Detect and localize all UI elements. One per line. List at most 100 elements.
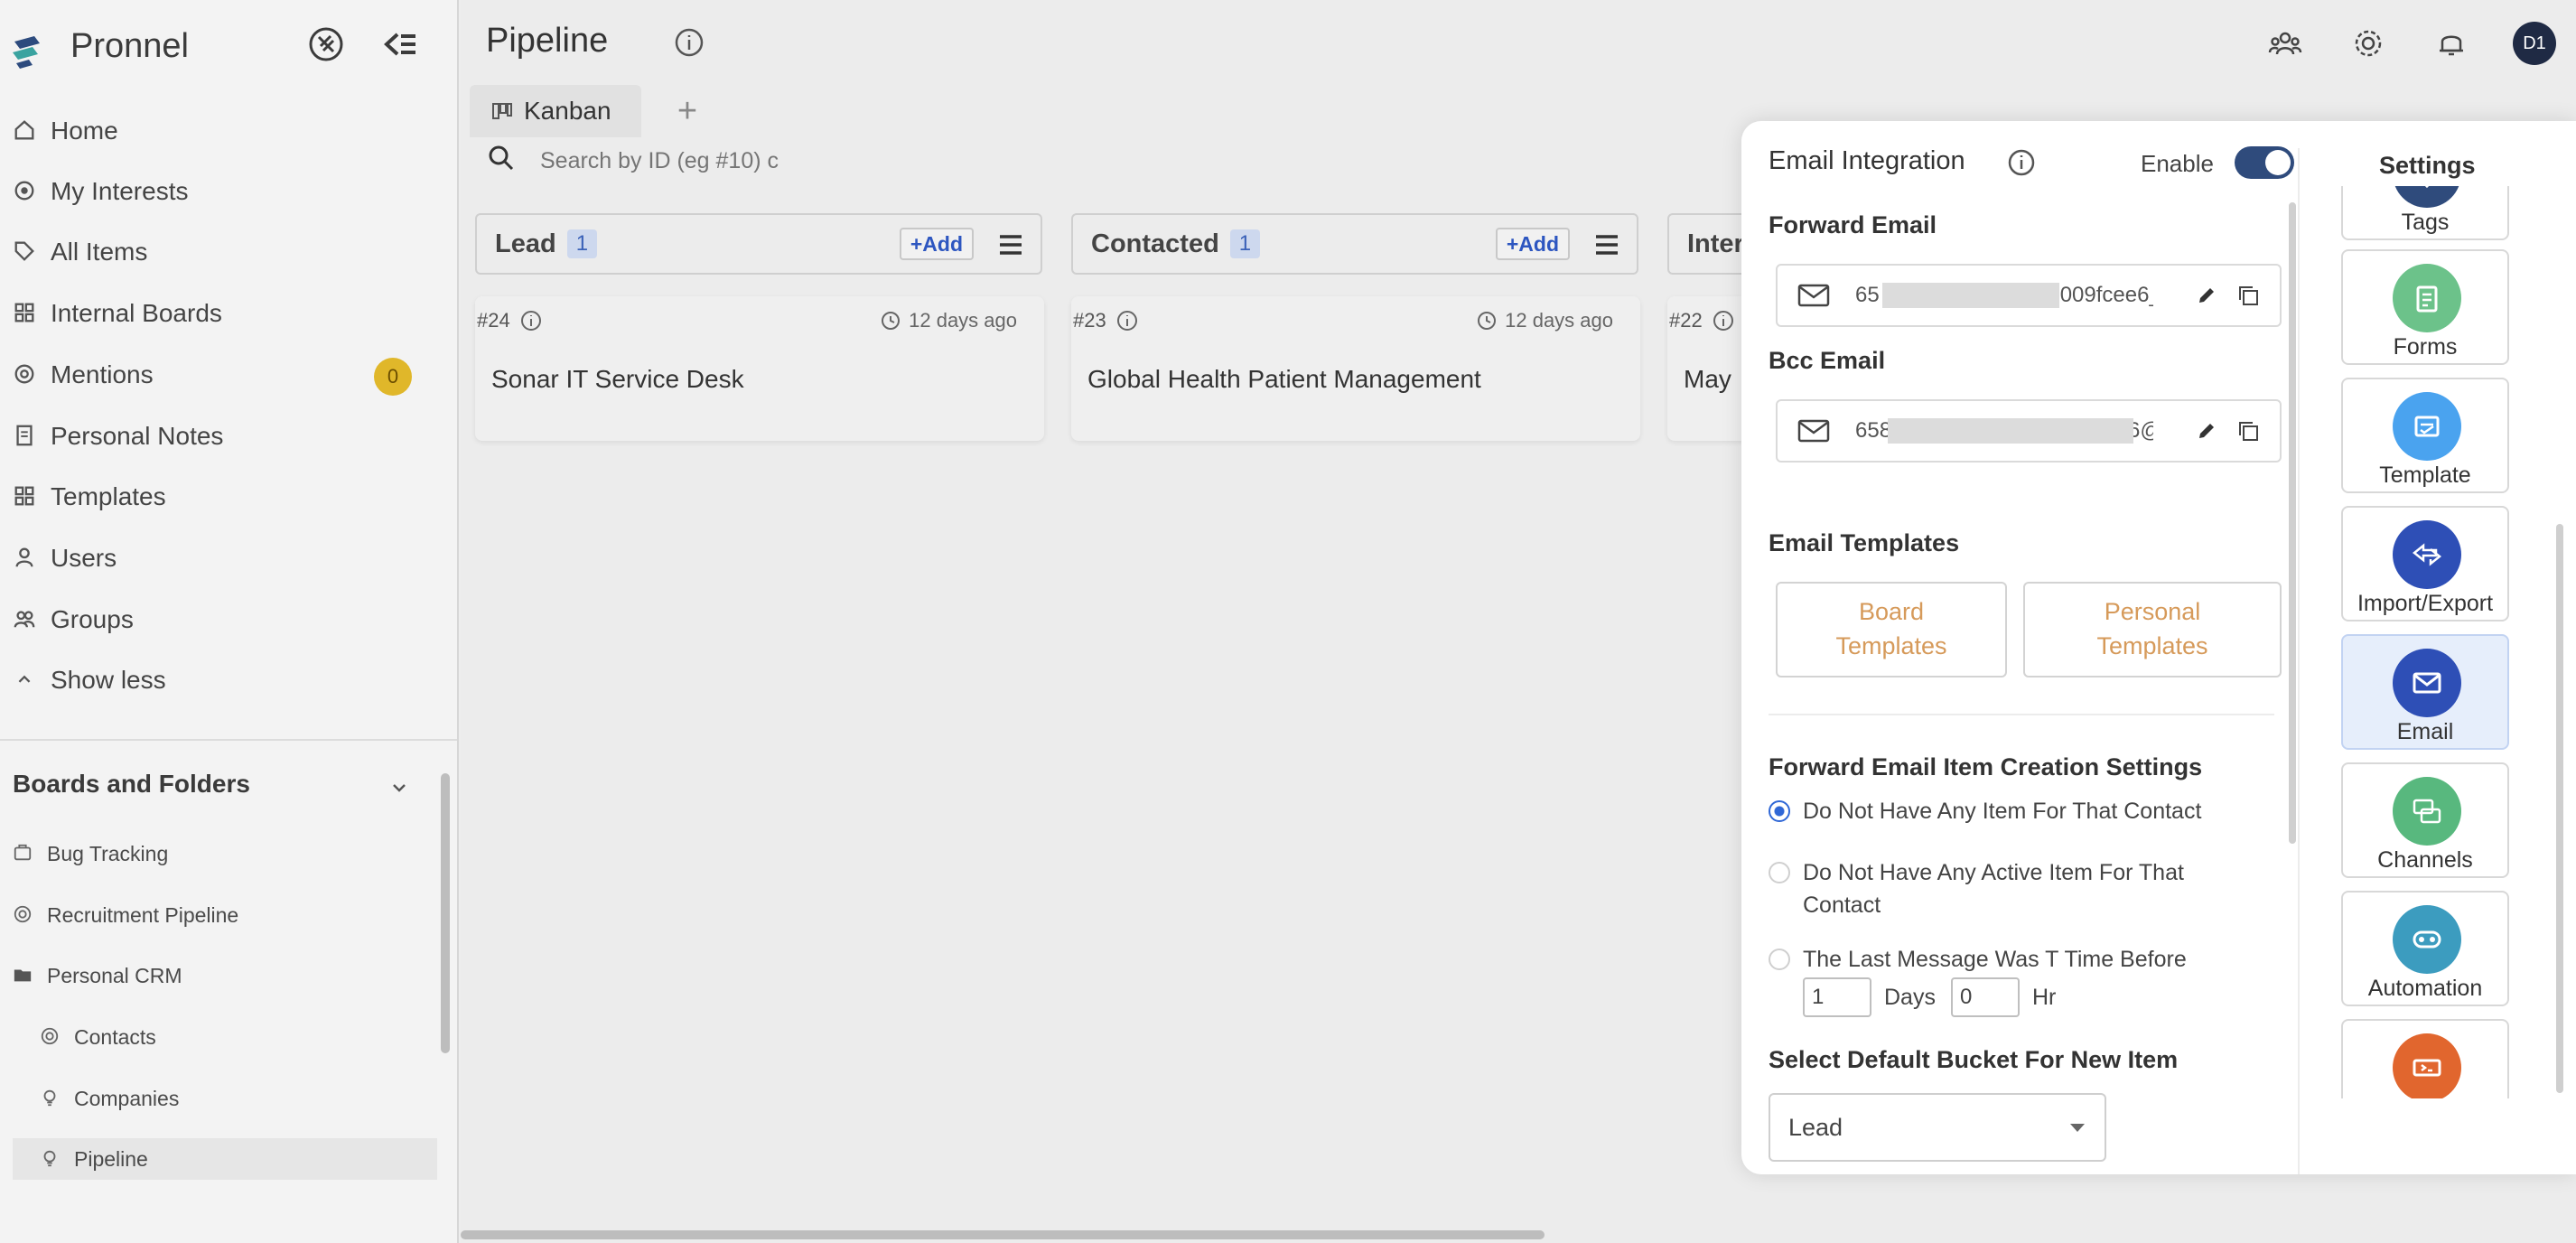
folder-companies[interactable]: Companies (40, 1078, 437, 1119)
sidebar-scrollbar[interactable] (441, 773, 450, 1053)
nav-mentions[interactable]: Mentions (13, 352, 154, 397)
settings-title: Settings (2379, 152, 2476, 179)
tab-label: Kanban (524, 97, 611, 125)
search-input[interactable] (540, 143, 811, 179)
enable-label: Enable (2141, 150, 2214, 177)
clock-icon (882, 312, 901, 330)
card-title: Global Health Patient Management (1087, 365, 1481, 393)
folder-icon (13, 965, 34, 986)
menu-icon[interactable] (995, 229, 1026, 260)
add-item-button[interactable]: +Add (899, 228, 974, 260)
bcc-email-value: 6586@t (1855, 418, 2153, 444)
folder-pipeline[interactable]: Pipeline (13, 1138, 437, 1180)
bell-icon[interactable] (2433, 25, 2469, 61)
tab-kanban[interactable]: Kanban (470, 85, 641, 137)
option-no-active-item[interactable]: Do Not Have Any Active Item For That Cont… (1769, 856, 2184, 922)
settings-tile-more[interactable] (2341, 1019, 2509, 1098)
tile-label: Channels (2377, 847, 2473, 873)
chevron-up-icon (13, 668, 38, 693)
option-last-message-time[interactable]: The Last Message Was T Time Before (1769, 943, 2187, 976)
nav-templates[interactable]: Templates (13, 474, 166, 519)
folder-bug-tracking[interactable]: Bug Tracking (13, 833, 437, 874)
tile-label: Template (2379, 463, 2471, 488)
folder-label: Personal CRM (47, 963, 182, 987)
copy-icon[interactable] (2236, 284, 2260, 307)
days-label: Days (1884, 985, 1936, 1010)
redaction (1882, 283, 2059, 308)
menu-icon[interactable] (1591, 229, 1622, 260)
hours-label: Hr (2032, 985, 2057, 1010)
radio-unselected[interactable] (1769, 949, 1790, 970)
column-title: Contacted (1091, 229, 1219, 258)
pin-off-icon[interactable] (305, 23, 347, 65)
settings-tile-import-export[interactable]: Import/Export (2341, 506, 2509, 622)
chevron-down-icon[interactable] (388, 777, 410, 799)
folder-personal-crm[interactable]: Personal CRM (13, 955, 437, 996)
settings-tile-channels[interactable]: Channels (2341, 762, 2509, 878)
kanban-card[interactable]: #23 12 days ago Global Health Patient Ma… (1071, 296, 1640, 441)
board-icon (13, 843, 34, 864)
info-icon[interactable] (2007, 148, 2036, 177)
boards-and-folders-title[interactable]: Boards and Folders (13, 770, 250, 799)
pronnel-logo-icon (13, 36, 40, 69)
horizontal-scrollbar[interactable] (461, 1230, 1545, 1239)
nav-all-items[interactable]: All Items (13, 229, 147, 275)
panel-scrollbar[interactable] (2289, 202, 2296, 844)
kanban-card[interactable]: #24 12 days ago Sonar IT Service Desk (475, 296, 1044, 441)
nav-home[interactable]: Home (13, 108, 118, 154)
default-bucket-select[interactable]: Lead (1769, 1093, 2106, 1162)
info-icon[interactable] (674, 27, 705, 58)
forward-email-field: 65009fcee6_tc (1776, 264, 2282, 327)
hours-input[interactable] (1951, 977, 2020, 1017)
collapse-sidebar-icon[interactable] (379, 23, 421, 65)
board-templates-button[interactable]: Board Templates (1776, 582, 2007, 678)
nav-label: Home (51, 117, 118, 145)
template-icon (2393, 392, 2461, 461)
tile-label: Tags (2401, 210, 2450, 235)
nav-label: Users (51, 544, 117, 572)
folder-contacts[interactable]: Contacts (40, 1016, 437, 1058)
home-icon (13, 118, 38, 144)
settings-tile-template[interactable]: Template (2341, 378, 2509, 493)
column-count-badge: 1 (566, 229, 598, 258)
brand-name: Pronnel (70, 27, 189, 65)
folder-recruitment-pipeline[interactable]: Recruitment Pipeline (13, 894, 437, 936)
nav-show-less[interactable]: Show less (13, 658, 166, 703)
nav-personal-notes[interactable]: Personal Notes (13, 414, 223, 459)
team-icon[interactable] (2267, 25, 2303, 61)
nav-my-interests[interactable]: My Interests (13, 169, 188, 214)
settings-scrollbar[interactable] (2556, 524, 2563, 1093)
folder-label: Contacts (74, 1024, 156, 1049)
add-item-button[interactable]: +Add (1495, 228, 1570, 260)
bcc-email-label: Bcc Email (1769, 347, 1886, 374)
pencil-icon[interactable] (2197, 421, 2217, 441)
nav-label: Templates (51, 482, 166, 510)
personal-templates-button[interactable]: Personal Templates (2023, 582, 2282, 678)
avatar[interactable]: D1 (2513, 22, 2556, 65)
add-view-button[interactable]: + (667, 90, 708, 132)
settings-tile-automation[interactable]: Automation (2341, 891, 2509, 1006)
nav-users[interactable]: Users (13, 536, 117, 581)
radio-selected[interactable] (1769, 800, 1790, 822)
nav-internal-boards[interactable]: Internal Boards (13, 291, 222, 336)
bcc-email-field: 6586@t (1776, 399, 2282, 463)
copy-icon[interactable] (2236, 419, 2260, 443)
days-input[interactable] (1803, 977, 1871, 1017)
settings-tile-tags[interactable]: Tags (2341, 186, 2509, 240)
enable-toggle[interactable] (2235, 146, 2294, 179)
settings-tile-email[interactable]: Email (2341, 634, 2509, 750)
settings-tile-forms[interactable]: Forms (2341, 249, 2509, 365)
nav-label: Personal Notes (51, 422, 224, 450)
card-id: #22 (1669, 309, 1735, 332)
nav-groups[interactable]: Groups (13, 597, 134, 642)
option-no-item[interactable]: Do Not Have Any Item For That Contact (1769, 795, 2201, 827)
tag-icon (13, 239, 38, 265)
radio-unselected[interactable] (1769, 862, 1790, 883)
nav-label: Groups (51, 605, 134, 633)
pencil-icon[interactable] (2197, 285, 2217, 305)
target-icon (40, 1026, 61, 1048)
info-icon (520, 311, 541, 331)
column-title: Lead (495, 229, 556, 258)
gear-icon[interactable] (2350, 25, 2386, 61)
at-icon (13, 362, 38, 388)
